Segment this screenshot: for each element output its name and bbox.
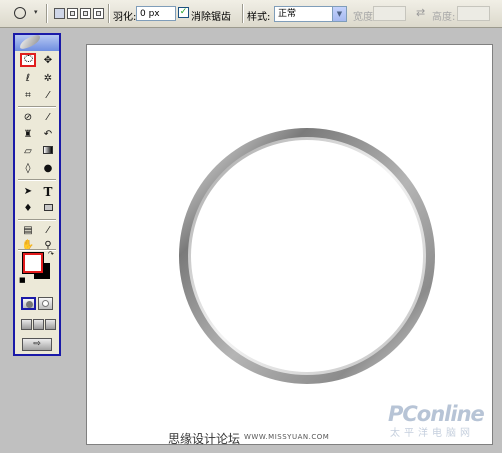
- intersect-selection-button[interactable]: [93, 8, 104, 19]
- tools-divider: [18, 179, 56, 180]
- crop-icon: ⌗: [25, 90, 31, 101]
- rectangle-tool[interactable]: [40, 202, 56, 216]
- lasso-icon: ℓ: [25, 73, 31, 84]
- ellipse-marquee-icon: [23, 55, 33, 62]
- history-brush-tool[interactable]: ↶: [40, 128, 56, 142]
- clone-stamp-tool[interactable]: ♜: [20, 128, 36, 142]
- watermark-brand-logo: PConline: [388, 402, 485, 426]
- magic-wand-icon: ✲: [43, 73, 53, 84]
- style-select[interactable]: 正常 ▼: [274, 6, 347, 22]
- slice-tool[interactable]: ⁄: [40, 89, 56, 103]
- magic-wand-tool[interactable]: ✲: [40, 72, 56, 86]
- add-to-selection-button[interactable]: [67, 8, 78, 19]
- note-icon: ▤: [23, 225, 33, 236]
- width-field: [373, 6, 406, 21]
- pen-nib-icon: ♦: [23, 203, 33, 214]
- watermark-site-url: WWW.MISSYUAN.COM: [244, 433, 330, 441]
- tools-divider: [18, 106, 56, 107]
- path-selection-tool[interactable]: ➤: [20, 185, 36, 199]
- options-bar: ▾ 羽化: ✓ 消除锯齿 样式: 正常 ▼ 宽度: ⇄ 高度:: [0, 0, 502, 28]
- elliptical-marquee-tool[interactable]: [20, 53, 36, 67]
- lasso-tool[interactable]: ℓ: [20, 72, 36, 86]
- notes-tool[interactable]: ▤: [20, 224, 36, 238]
- tool-preset-ellipse-icon[interactable]: [14, 7, 26, 19]
- swap-colors-icon[interactable]: ↷: [48, 250, 54, 258]
- eyedropper-tool[interactable]: ⁄: [40, 224, 56, 238]
- dodge-icon: ●: [43, 163, 53, 174]
- photoshop-feather-icon: [18, 34, 42, 50]
- document-canvas[interactable]: [86, 44, 493, 445]
- separator: [242, 4, 243, 23]
- jump-to-imageready-button[interactable]: ⇨: [22, 338, 52, 351]
- antialias-label: 消除锯齿: [191, 12, 231, 23]
- tools-panel: ✥ ℓ ✲ ⌗ ⁄ ⊘ ⁄ ♜ ↶ ▱ ◊ ● ➤ T ♦ ▤ ⁄ ✋ ⚲ ↷ …: [13, 33, 61, 356]
- hand-tool[interactable]: ✋: [20, 239, 36, 253]
- blur-tool[interactable]: ◊: [20, 162, 36, 176]
- jump-to-icon: ⇨: [33, 339, 41, 349]
- separator: [108, 4, 109, 23]
- tools-divider: [18, 219, 56, 220]
- healing-brush-tool[interactable]: ⊘: [20, 111, 36, 125]
- full-screen-menu-mode-button[interactable]: [33, 319, 44, 330]
- gradient-icon: [43, 146, 53, 154]
- height-field: [457, 6, 490, 21]
- feather-label: 羽化:: [113, 12, 137, 23]
- history-brush-icon: ↶: [43, 129, 53, 140]
- type-tool[interactable]: T: [40, 185, 56, 199]
- crop-tool[interactable]: ⌗: [20, 89, 36, 103]
- dodge-tool[interactable]: ●: [40, 162, 56, 176]
- antialias-checkbox[interactable]: ✓: [178, 7, 189, 18]
- gradient-tool[interactable]: [40, 145, 56, 159]
- eraser-icon: ▱: [24, 146, 32, 157]
- pen-tool[interactable]: ♦: [20, 202, 36, 216]
- full-screen-mode-button[interactable]: [45, 319, 56, 330]
- standard-screen-mode-button[interactable]: [21, 319, 32, 330]
- height-label: 高度:: [432, 12, 456, 23]
- swap-icon: ⇄: [416, 6, 426, 19]
- foreground-color-swatch[interactable]: [23, 253, 43, 273]
- embossed-ring-shape: [179, 128, 435, 384]
- tool-preset-caret-icon[interactable]: ▾: [34, 8, 38, 16]
- default-colors-icon[interactable]: ■: [19, 276, 26, 284]
- move-tool[interactable]: ✥: [40, 54, 56, 68]
- style-label: 样式:: [247, 12, 271, 23]
- rectangle-shape-icon: [43, 204, 53, 211]
- tools-panel-header[interactable]: [15, 34, 59, 51]
- brush-tool[interactable]: ⁄: [40, 111, 56, 125]
- watermark-site-name: 思缘设计论坛: [168, 432, 241, 446]
- eyedropper-icon: ⁄: [47, 225, 49, 236]
- standard-mode-button[interactable]: [21, 297, 36, 310]
- eraser-tool[interactable]: ▱: [20, 145, 36, 159]
- slice-knife-icon: ⁄: [47, 90, 49, 101]
- separator: [46, 4, 47, 23]
- type-tool-label: T: [43, 185, 53, 199]
- new-selection-button[interactable]: [54, 8, 65, 19]
- subtract-from-selection-button[interactable]: [80, 8, 91, 19]
- arrow-pointer-icon: ➤: [23, 186, 33, 197]
- brush-icon: ⁄: [47, 112, 49, 123]
- bandage-icon: ⊘: [23, 112, 33, 123]
- style-select-value: 正常: [278, 9, 297, 19]
- watermark-brand-subtitle: 太平洋电脑网: [390, 428, 474, 439]
- feather-input[interactable]: [136, 6, 176, 21]
- quick-mask-mode-button[interactable]: [38, 297, 53, 310]
- chevron-down-icon[interactable]: ▼: [332, 7, 346, 21]
- water-drop-icon: ◊: [25, 163, 31, 174]
- stamp-icon: ♜: [23, 129, 33, 140]
- move-arrow-icon: ✥: [43, 55, 53, 66]
